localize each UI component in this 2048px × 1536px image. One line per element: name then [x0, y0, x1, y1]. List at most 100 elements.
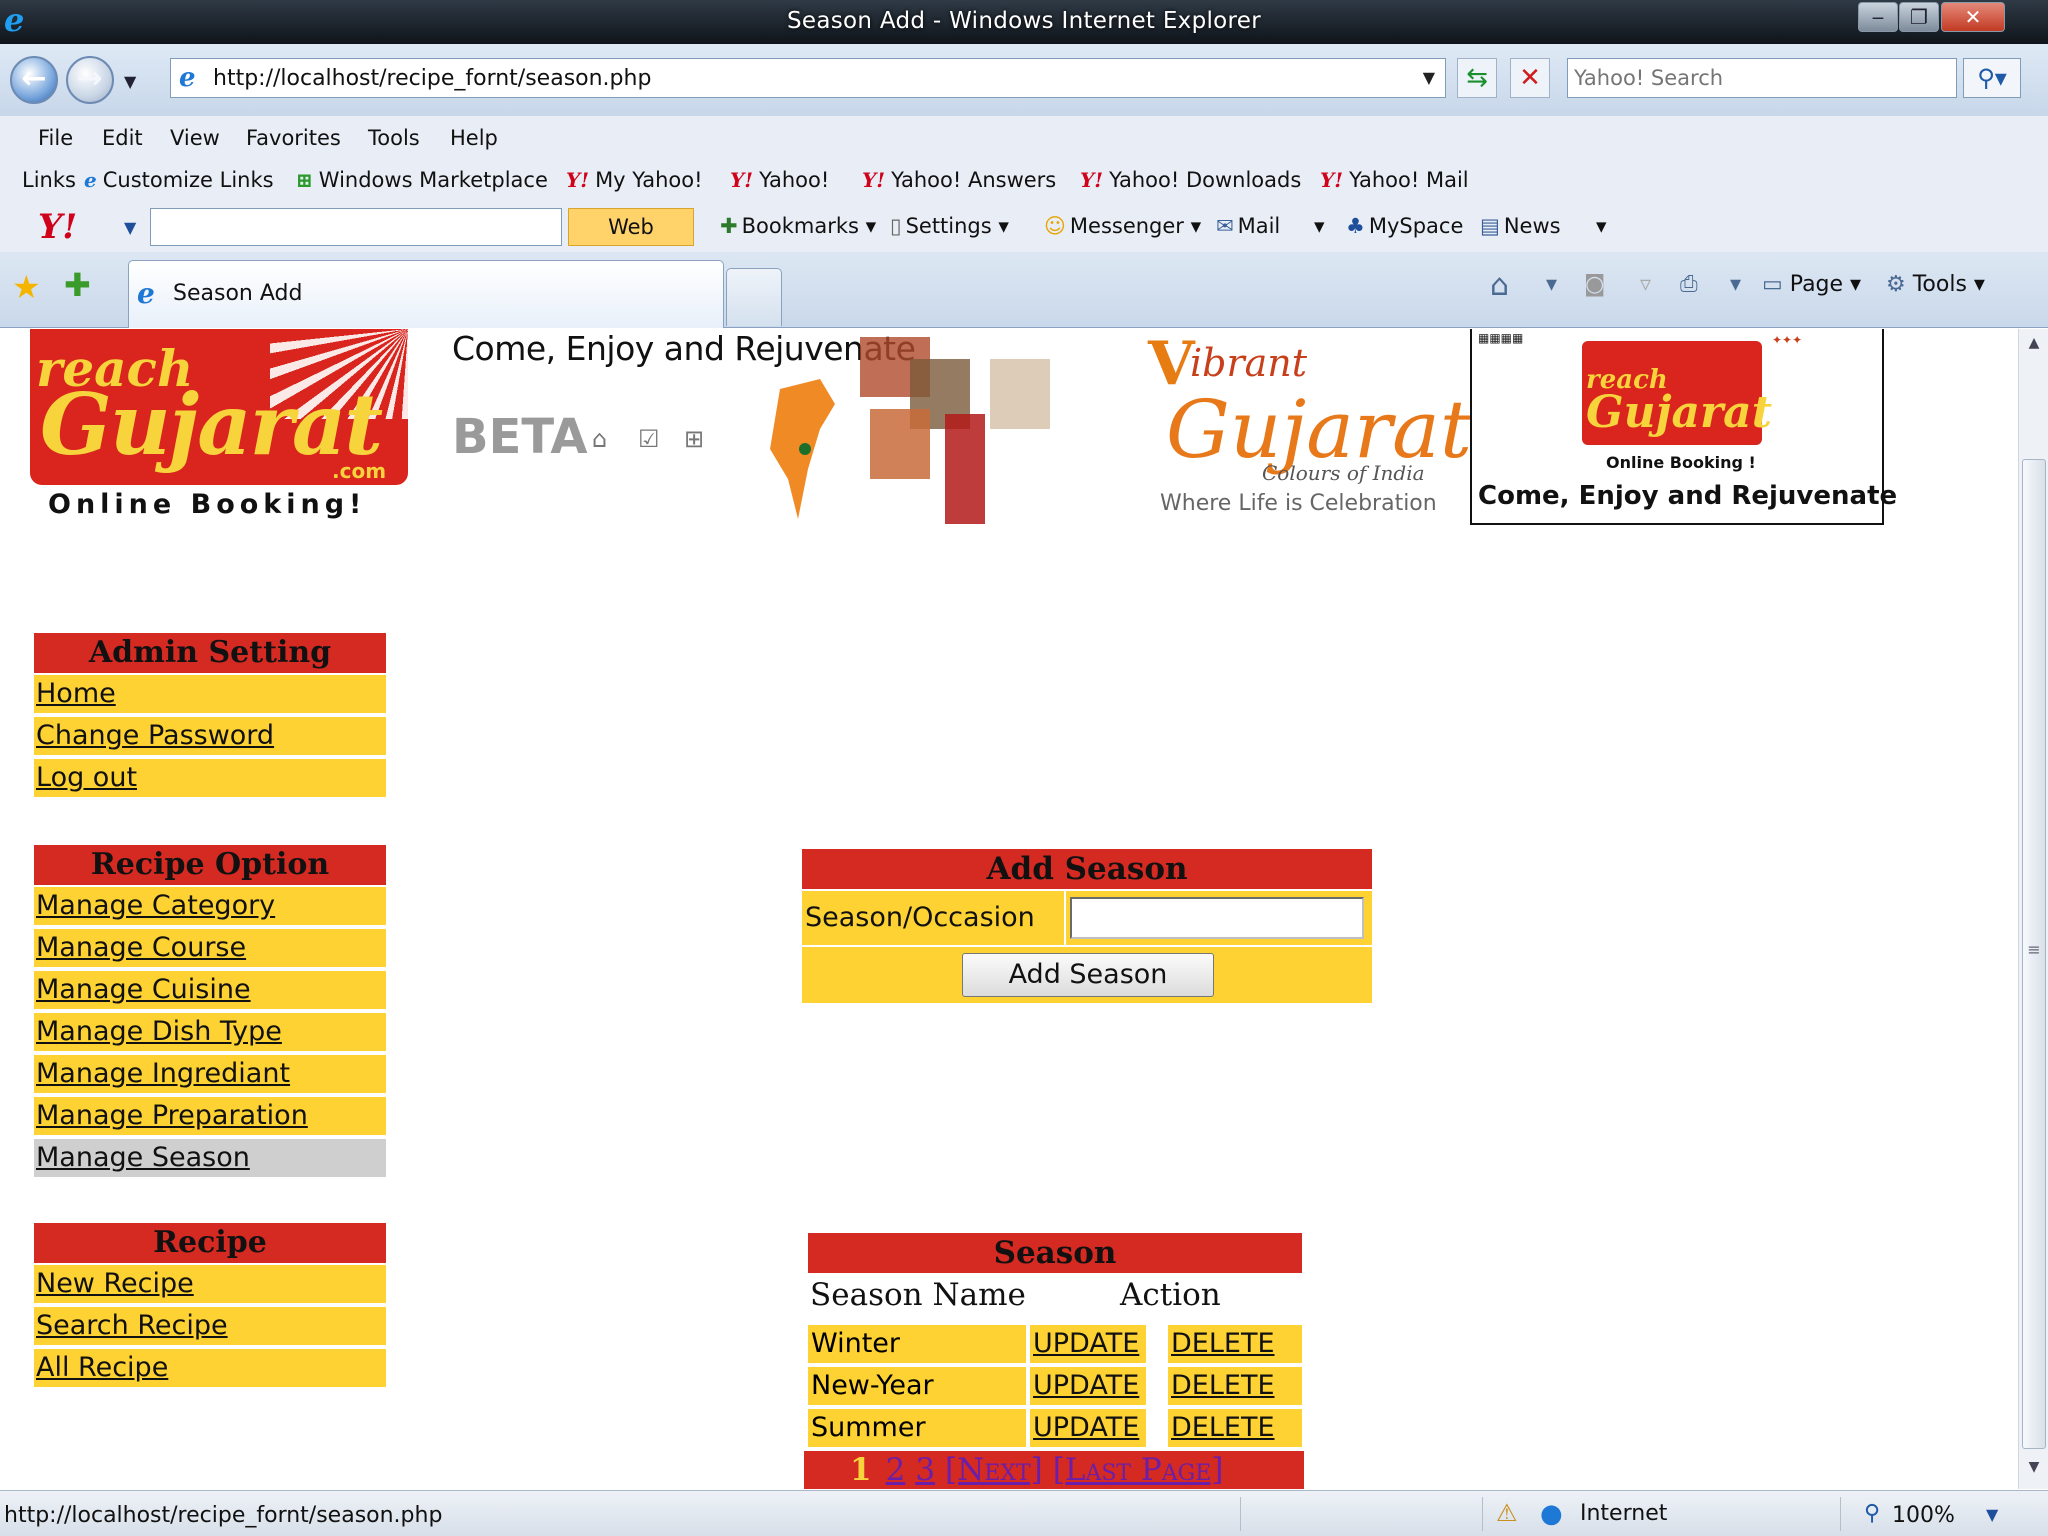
myspace-button[interactable]: ♣ MySpace: [1346, 214, 1463, 238]
sidebar-item-search-recipe[interactable]: Search Recipe: [34, 1307, 386, 1345]
scroll-thumb[interactable]: ≡: [2022, 459, 2046, 1449]
vertical-scrollbar[interactable]: ▲ ≡ ▼: [2018, 329, 2048, 1489]
link-my-yahoo[interactable]: Y! My Yahoo!: [566, 168, 703, 192]
sidebar-item-manage-cuisine[interactable]: Manage Cuisine: [34, 971, 386, 1009]
delete-link[interactable]: DELETE: [1171, 1370, 1275, 1401]
web-search-button[interactable]: Web Search: [568, 208, 694, 275]
home-icon[interactable]: ⌂: [1490, 268, 1509, 303]
scroll-down-arrow-icon[interactable]: ▼: [2019, 1459, 2048, 1475]
delete-link-cell[interactable]: DELETE: [1168, 1409, 1302, 1447]
add-favorites-icon[interactable]: ✚: [64, 266, 91, 304]
minimize-button[interactable]: ‒: [1858, 2, 1898, 32]
home-dropdown-icon[interactable]: ▾: [1546, 272, 1557, 297]
sidebar-link[interactable]: Change Password: [36, 720, 274, 751]
link-yahoo[interactable]: Y! Yahoo!: [730, 168, 829, 192]
next-page-link[interactable]: [Next]: [945, 1452, 1043, 1488]
sidebar-item-log-out[interactable]: Log out: [34, 759, 386, 797]
sidebar-item-manage-dish-type[interactable]: Manage Dish Type: [34, 1013, 386, 1051]
recent-pages-dropdown-icon[interactable]: ▼: [124, 72, 136, 91]
settings-button[interactable]: ▯ Settings ▾: [890, 214, 1009, 238]
tab-season-add[interactable]: e Season Add: [128, 260, 724, 328]
sidebar-link[interactable]: Search Recipe: [36, 1310, 228, 1341]
protected-mode-icon[interactable]: ⚠: [1496, 1499, 1518, 1527]
sidebar-item-new-recipe[interactable]: New Recipe: [34, 1265, 386, 1303]
last-page-link[interactable]: [Last Page]: [1053, 1452, 1224, 1488]
sidebar-link[interactable]: Manage Cuisine: [36, 974, 251, 1005]
menu-tools[interactable]: Tools: [368, 126, 420, 150]
sidebar-item-manage-preparation[interactable]: Manage Preparation: [34, 1097, 386, 1135]
bookmarks-button[interactable]: ✚ Bookmarks ▾: [720, 214, 876, 238]
forward-button[interactable]: →: [66, 56, 114, 104]
sidebar-item-manage-category[interactable]: Manage Category: [34, 887, 386, 925]
refresh-button[interactable]: ⇆: [1457, 58, 1497, 98]
restore-button[interactable]: ❐: [1899, 2, 1939, 32]
yahoo-menu-dropdown-icon[interactable]: ▼: [124, 218, 136, 237]
yahoo-logo-icon[interactable]: Y!: [38, 207, 77, 247]
delete-link-cell[interactable]: DELETE: [1168, 1367, 1302, 1405]
tools-menu-button[interactable]: ⚙ Tools ▾: [1886, 272, 1985, 297]
page-3-link[interactable]: 3: [915, 1452, 935, 1488]
link-windows-marketplace[interactable]: ⊞ Windows Marketplace: [296, 168, 548, 192]
menu-favorites[interactable]: Favorites: [246, 126, 341, 150]
add-season-button[interactable]: Add Season: [962, 953, 1214, 997]
back-button[interactable]: ←: [10, 56, 58, 104]
update-link[interactable]: UPDATE: [1033, 1412, 1139, 1443]
toolbar-overflow-icon[interactable]: ▾: [1596, 214, 1607, 238]
sidebar-item-all-recipe[interactable]: All Recipe: [34, 1349, 386, 1387]
sidebar-link[interactable]: New Recipe: [36, 1268, 194, 1299]
menu-help[interactable]: Help: [450, 126, 498, 150]
sidebar-item-manage-season[interactable]: Manage Season: [34, 1139, 386, 1177]
stop-button[interactable]: ✕: [1510, 58, 1550, 98]
delete-link[interactable]: DELETE: [1171, 1412, 1275, 1443]
delete-link-cell[interactable]: DELETE: [1168, 1325, 1302, 1363]
mail-dropdown-icon[interactable]: ▾: [1314, 214, 1325, 238]
sidebar-link[interactable]: Manage Ingrediant: [36, 1058, 290, 1089]
menu-file[interactable]: File: [38, 126, 73, 150]
sidebar-link[interactable]: Manage Dish Type: [36, 1016, 282, 1047]
menu-edit[interactable]: Edit: [102, 126, 143, 150]
link-yahoo-answers[interactable]: Y! Yahoo! Answers: [862, 168, 1056, 192]
update-link-cell[interactable]: UPDATE: [1030, 1409, 1146, 1447]
season-occasion-input[interactable]: [1070, 897, 1364, 939]
sidebar-item-manage-ingrediant[interactable]: Manage Ingrediant: [34, 1055, 386, 1093]
sidebar-link[interactable]: Log out: [36, 762, 137, 793]
home-icon[interactable]: ⌂: [592, 425, 607, 453]
search-box[interactable]: [1567, 58, 1957, 98]
mail-button[interactable]: ✉ Mail: [1216, 214, 1280, 238]
zoom-dropdown-icon[interactable]: ▼: [1986, 1505, 1998, 1524]
favorites-star-icon[interactable]: ★: [12, 268, 41, 306]
link-yahoo-downloads[interactable]: Y! Yahoo! Downloads: [1080, 168, 1301, 192]
reach-gujarat-logo[interactable]: reach Gujarat .com: [30, 329, 408, 485]
yahoo-search-input[interactable]: ⚲▾: [150, 208, 691, 246]
news-button[interactable]: ▤ News: [1480, 214, 1561, 238]
update-link[interactable]: UPDATE: [1033, 1328, 1139, 1359]
link-yahoo-mail[interactable]: Y! Yahoo! Mail: [1320, 168, 1469, 192]
scroll-up-arrow-icon[interactable]: ▲: [2019, 335, 2048, 351]
sidebar-link[interactable]: All Recipe: [36, 1352, 168, 1383]
sidebar-item-change-password[interactable]: Change Password: [34, 717, 386, 755]
link-customize-links[interactable]: e Customize Links: [84, 168, 274, 192]
sidebar-link[interactable]: Manage Course: [36, 932, 246, 963]
menu-view[interactable]: View: [170, 126, 220, 150]
address-url[interactable]: http://localhost/recipe_fornt/season.php: [213, 66, 651, 91]
update-link[interactable]: UPDATE: [1033, 1370, 1139, 1401]
mail-icon[interactable]: ☑: [638, 425, 660, 453]
new-tab-button[interactable]: [726, 268, 782, 326]
sidebar-item-manage-course[interactable]: Manage Course: [34, 929, 386, 967]
update-link-cell[interactable]: UPDATE: [1030, 1367, 1146, 1405]
address-bar[interactable]: e http://localhost/recipe_fornt/season.p…: [170, 58, 1446, 98]
sidebar-item-home[interactable]: Home: [34, 675, 386, 713]
search-icon[interactable]: ⚲▾: [1963, 58, 2021, 98]
page-2-link[interactable]: 2: [886, 1452, 906, 1488]
sidebar-link[interactable]: Manage Preparation: [36, 1100, 308, 1131]
print-icon[interactable]: ⎙: [1680, 272, 1698, 297]
feeds-dropdown-icon[interactable]: ▿: [1640, 272, 1651, 297]
messenger-button[interactable]: ☺ Messenger ▾: [1044, 214, 1201, 238]
sidebar-link[interactable]: Home: [36, 678, 116, 709]
sitemap-icon[interactable]: ⊞: [684, 425, 704, 453]
zoom-level[interactable]: 100%: [1892, 1503, 1955, 1528]
delete-link[interactable]: DELETE: [1171, 1328, 1275, 1359]
sidebar-link[interactable]: Manage Season: [36, 1142, 250, 1173]
reach-gujarat-ad[interactable]: ▦▦▦▦ ✦✦✦ reach Gujarat Online Booking ! …: [1470, 329, 1897, 525]
page-menu-button[interactable]: ▭ Page ▾: [1762, 272, 1861, 297]
